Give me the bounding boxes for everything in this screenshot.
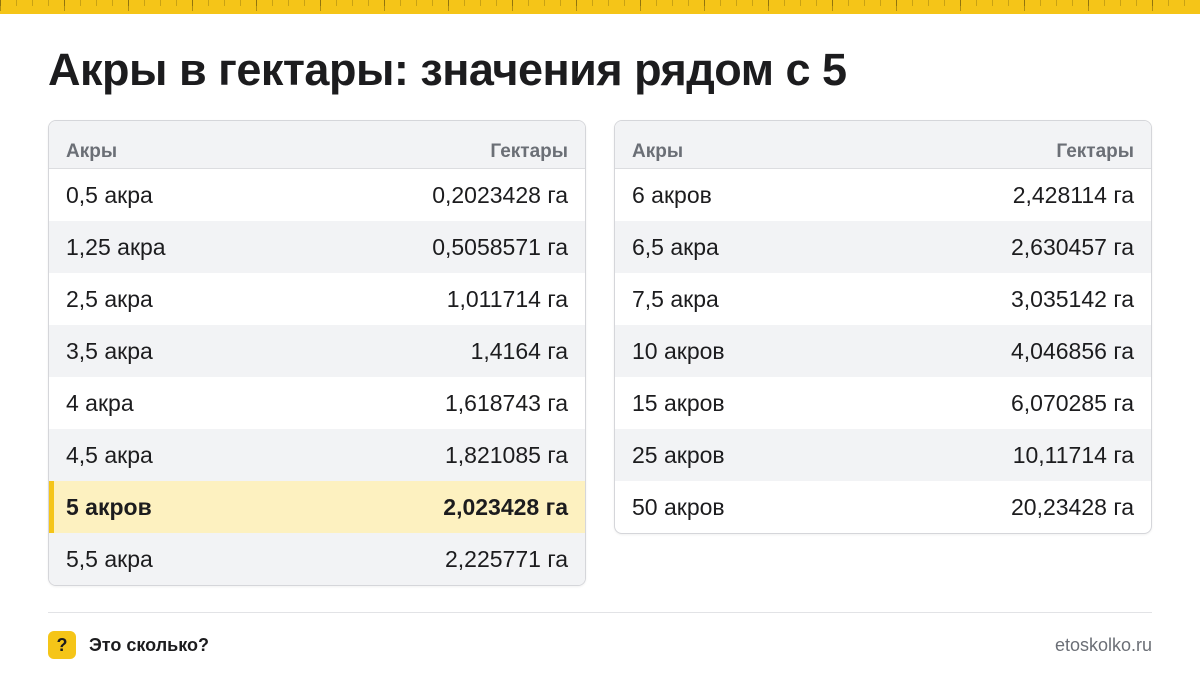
hectares-cell: 0,5058571 га <box>432 233 568 260</box>
acres-cell: 3,5 акра <box>66 337 153 364</box>
hectares-cell: 2,023428 га <box>443 493 568 520</box>
table-row: 2,5 акра 1,011714 га <box>49 273 585 325</box>
acres-cell: 1,25 акра <box>66 233 166 260</box>
site-url: etoskolko.ru <box>1054 635 1152 655</box>
acres-cell: 7,5 акра <box>632 285 719 312</box>
table-row: 5,5 акра 2,225771 га <box>49 533 585 585</box>
hectares-cell: 4,046856 га <box>1011 337 1134 364</box>
column-header-hectares: Гектары <box>1056 141 1134 162</box>
hectares-cell: 0,2023428 га <box>432 181 568 208</box>
table-row: 25 акров 10,11714 га <box>615 429 1151 481</box>
table-row: 4 акра 1,618743 га <box>49 377 585 429</box>
hectares-cell: 1,4164 га <box>470 337 568 364</box>
conversion-table-right: Акры Гектары 6 акров 2,428114 га 6,5 акр… <box>614 120 1152 534</box>
hectares-cell: 6,070285 га <box>1011 389 1134 416</box>
table-row: 3,5 акра 1,4164 га <box>49 325 585 377</box>
hectares-cell: 3,035142 га <box>1011 285 1134 312</box>
conversion-table-left: Акры Гектары 0,5 акра 0,2023428 га 1,25 … <box>48 120 586 586</box>
table-row: 7,5 акра 3,035142 га <box>615 273 1151 325</box>
table-row: 0,5 акра 0,2023428 га <box>49 169 585 221</box>
acres-cell: 2,5 акра <box>66 285 153 312</box>
table-row: 6,5 акра 2,630457 га <box>615 221 1151 273</box>
hectares-cell: 1,821085 га <box>445 441 568 468</box>
question-mark-icon: ? <box>48 631 76 659</box>
acres-cell: 50 акров <box>632 493 725 520</box>
table-row: 1,25 акра 0,5058571 га <box>49 221 585 273</box>
hectares-cell: 2,428114 га <box>1012 181 1134 208</box>
table-row-highlighted: 5 акров 2,023428 га <box>49 481 585 533</box>
acres-cell: 5 акров <box>66 493 152 520</box>
acres-cell: 6,5 акра <box>632 233 719 260</box>
acres-cell: 5,5 акра <box>66 545 153 572</box>
table-row: 50 акров 20,23428 га <box>615 481 1151 533</box>
table-row: 6 акров 2,428114 га <box>615 169 1151 221</box>
footer-divider <box>48 612 1152 613</box>
hectares-cell: 20,23428 га <box>1011 493 1134 520</box>
column-header-hectares: Гектары <box>490 141 568 162</box>
hectares-cell: 10,11714 га <box>1012 441 1134 468</box>
table-row: 10 акров 4,046856 га <box>615 325 1151 377</box>
table-header: Акры Гектары <box>49 121 585 169</box>
table-header: Акры Гектары <box>615 121 1151 169</box>
column-header-acres: Акры <box>66 141 118 162</box>
acres-cell: 4,5 акра <box>66 441 153 468</box>
acres-cell: 4 акра <box>66 389 134 416</box>
acres-cell: 6 акров <box>632 181 712 208</box>
page-title: Акры в гектары: значения рядом с 5 <box>48 44 847 95</box>
hectares-cell: 2,630457 га <box>1011 233 1134 260</box>
column-header-acres: Акры <box>632 141 684 162</box>
acres-cell: 25 акров <box>632 441 725 468</box>
ruler-decoration <box>0 0 1200 14</box>
acres-cell: 10 акров <box>632 337 725 364</box>
brand-name: Это сколько? <box>89 635 209 655</box>
acres-cell: 15 акров <box>632 389 725 416</box>
table-row: 15 акров 6,070285 га <box>615 377 1151 429</box>
hectares-cell: 1,011714 га <box>446 285 568 312</box>
hectares-cell: 1,618743 га <box>445 389 568 416</box>
table-row: 4,5 акра 1,821085 га <box>49 429 585 481</box>
hectares-cell: 2,225771 га <box>445 545 568 572</box>
acres-cell: 0,5 акра <box>66 181 153 208</box>
